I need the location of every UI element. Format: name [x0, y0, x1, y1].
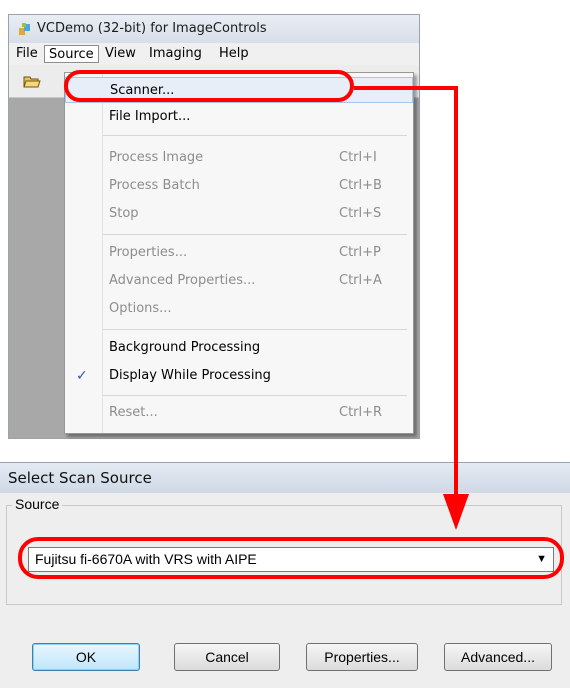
properties-button[interactable]: Properties... [306, 643, 418, 671]
menu-source[interactable]: Source [44, 45, 99, 63]
menu-item-file-import[interactable]: File Import... [65, 104, 413, 130]
ok-button[interactable]: OK [32, 643, 140, 671]
menu-item-shortcut: Ctrl+R [339, 405, 383, 420]
dialog-title-bar: Select Scan Source [0, 463, 570, 493]
scanner-highlight-oval [64, 70, 354, 102]
menu-item-label: Process Image [109, 150, 204, 165]
menu-item-process-image[interactable]: Process Image Ctrl+I [65, 145, 413, 171]
menu-item-label: Properties... [109, 245, 188, 260]
menu-help[interactable]: Help [215, 45, 253, 63]
menu-item-label: File Import... [109, 109, 191, 124]
menu-item-label: Background Processing [109, 340, 261, 355]
menu-separator [103, 135, 407, 136]
menu-separator [103, 234, 407, 235]
menu-item-label: Reset... [109, 405, 158, 420]
menu-separator [103, 329, 407, 330]
menu-bar: File Source View Imaging Help [9, 43, 419, 65]
menu-item-label: Options... [109, 301, 172, 316]
dialog-title: Select Scan Source [8, 469, 152, 487]
menu-item-shortcut: Ctrl+A [339, 273, 382, 288]
menu-item-process-batch[interactable]: Process Batch Ctrl+B [65, 173, 413, 199]
menu-item-shortcut: Ctrl+P [339, 245, 381, 260]
menu-item-options[interactable]: Options... [65, 296, 413, 322]
open-folder-icon[interactable] [23, 73, 41, 89]
app-icon [19, 23, 30, 35]
menu-separator [103, 395, 407, 396]
menu-item-background-processing[interactable]: Background Processing [65, 335, 413, 361]
menu-imaging[interactable]: Imaging [145, 45, 206, 63]
menu-item-label: Process Batch [109, 178, 200, 193]
menu-item-shortcut: Ctrl+B [339, 178, 382, 193]
menu-item-shortcut: Ctrl+S [339, 206, 382, 221]
source-menu-dropdown: Scanner... File Import... Process Image … [64, 72, 414, 434]
menu-item-display-while-processing[interactable]: ✓ Display While Processing [65, 363, 413, 389]
title-bar: VCDemo (32-bit) for ImageControls [9, 15, 419, 43]
menu-item-label: Display While Processing [109, 368, 271, 383]
window-title: VCDemo (32-bit) for ImageControls [37, 21, 267, 36]
cancel-button[interactable]: Cancel [174, 643, 280, 671]
menu-item-label: Stop [109, 206, 139, 221]
menu-item-stop[interactable]: Stop Ctrl+S [65, 201, 413, 227]
menu-item-label: Advanced Properties... [109, 273, 256, 288]
advanced-button[interactable]: Advanced... [444, 643, 552, 671]
menu-item-reset[interactable]: Reset... Ctrl+R [65, 400, 413, 426]
source-highlight-oval [18, 537, 564, 579]
menu-item-shortcut: Ctrl+I [339, 150, 377, 165]
menu-file[interactable]: File [12, 45, 42, 63]
source-group-label: Source [12, 496, 63, 512]
checkmark-icon: ✓ [76, 368, 88, 384]
menu-item-properties[interactable]: Properties... Ctrl+P [65, 240, 413, 266]
menu-item-advanced-properties[interactable]: Advanced Properties... Ctrl+A [65, 268, 413, 294]
menu-view[interactable]: View [101, 45, 140, 63]
